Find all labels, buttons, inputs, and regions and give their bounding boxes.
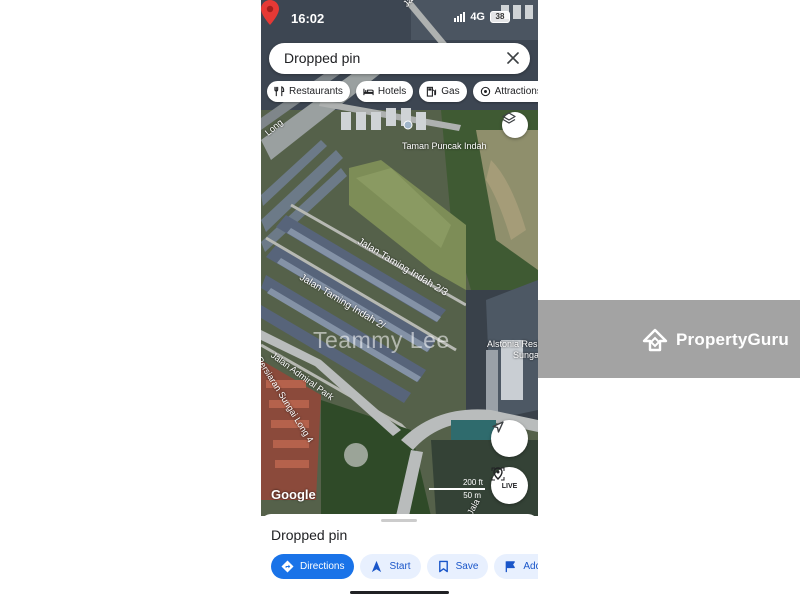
map-label-sunga: Sunga — [513, 350, 538, 360]
add-label-text: Add l — [523, 561, 538, 572]
category-chips: Restaurants Hotels Gas Attractions — [267, 81, 538, 103]
status-bar: 16:02 4G 38 — [261, 8, 538, 28]
live-view-button[interactable]: LIVE — [491, 467, 528, 504]
start-button[interactable]: Start — [360, 554, 421, 579]
propertyguru-text: PropertyGuru — [676, 330, 789, 349]
search-input[interactable]: Dropped pin — [284, 50, 360, 66]
chip-gas[interactable]: Gas — [419, 81, 467, 102]
scale-bar: 200 ft 50 m — [429, 478, 487, 500]
flag-icon — [506, 561, 516, 573]
start-label: Start — [389, 561, 411, 572]
my-location-button[interactable] — [491, 420, 528, 457]
chip-label: Hotels — [377, 86, 407, 97]
chip-hotels[interactable]: Hotels — [355, 81, 414, 102]
google-logo: Google — [271, 487, 316, 502]
close-icon[interactable] — [506, 51, 520, 65]
fork-knife-icon — [274, 86, 285, 97]
map-view[interactable]: Jalan Sungai Lo Long Taman Puncak Indah … — [261, 0, 538, 516]
scale-line — [429, 488, 485, 490]
scale-feet: 200 ft — [462, 478, 483, 487]
watermark-text: Teammy Lee — [313, 327, 450, 353]
chip-label: Attractions — [494, 86, 538, 97]
add-label-button[interactable]: Add l — [494, 554, 538, 579]
attraction-icon — [480, 86, 490, 97]
search-bar[interactable]: Dropped pin — [269, 43, 530, 74]
map-label-alstonia: Alstonia Resi — [487, 339, 538, 349]
place-marker-icon[interactable] — [403, 120, 413, 132]
chip-label: Restaurants — [289, 86, 343, 97]
network-label: 4G — [470, 11, 485, 23]
navigation-arrow-icon — [372, 560, 382, 573]
chip-attractions[interactable]: Attractions — [472, 81, 538, 102]
status-time: 16:02 — [291, 11, 325, 26]
bookmark-icon — [438, 560, 448, 573]
chip-label: Gas — [441, 86, 460, 97]
propertyguru-mark-icon — [642, 328, 668, 352]
map-label-taman-puncak-indah: Taman Puncak Indah — [402, 141, 487, 151]
layers-button[interactable] — [502, 112, 528, 138]
directions-button[interactable]: Directions — [271, 554, 355, 579]
home-indicator — [350, 591, 449, 594]
live-label: LIVE — [501, 482, 518, 490]
layers-icon — [502, 112, 516, 124]
chip-restaurants[interactable]: Restaurants — [267, 81, 350, 102]
scale-meters: 50 m — [463, 491, 481, 500]
save-label: Save — [455, 561, 479, 572]
directions-label: Directions — [300, 561, 345, 572]
bed-icon — [363, 88, 374, 96]
bottom-sheet[interactable]: Dropped pin Directions Start Save Ad — [261, 514, 538, 600]
propertyguru-logo: PropertyGuru — [640, 325, 789, 355]
place-title: Dropped pin — [271, 527, 348, 543]
gas-pump-icon — [427, 86, 437, 97]
signal-icon — [454, 12, 466, 22]
live-view-icon — [491, 467, 505, 481]
location-arrow-icon — [492, 421, 504, 433]
action-buttons: Directions Start Save Add l — [271, 554, 538, 579]
phone-screen: Jalan Sungai Lo Long Taman Puncak Indah … — [261, 0, 538, 600]
battery-icon: 38 — [490, 11, 510, 23]
sheet-drag-handle[interactable] — [381, 519, 417, 522]
directions-icon — [281, 560, 294, 573]
save-button[interactable]: Save — [426, 554, 489, 579]
status-indicators: 4G 38 — [454, 11, 510, 23]
